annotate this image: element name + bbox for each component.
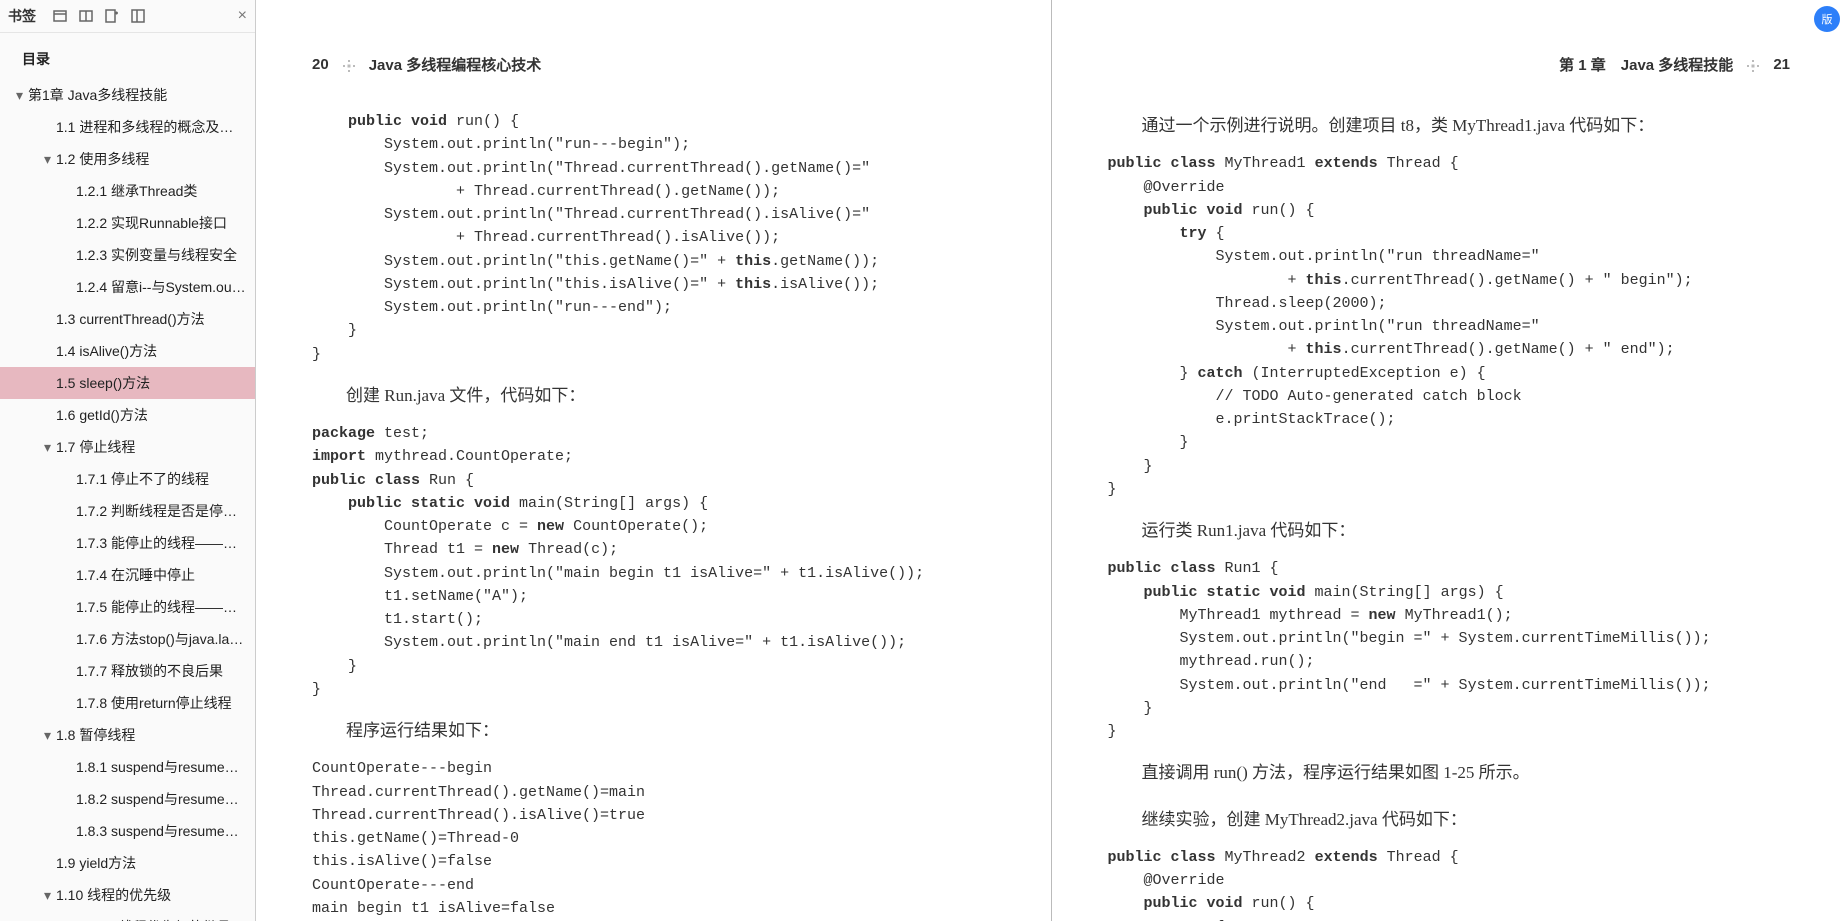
- outline-item-c173[interactable]: 1.7.3 能停止的线程——异常法: [0, 527, 255, 559]
- ornament-icon: [1747, 59, 1759, 71]
- layout-icon[interactable]: [130, 8, 146, 24]
- sidebar-title: 书签: [8, 6, 36, 26]
- outline-item-label: 1.2.3 实例变量与线程安全: [76, 247, 237, 263]
- expand-icon[interactable]: [78, 8, 94, 24]
- caret-icon: ▾: [44, 727, 54, 744]
- outline-item-c1101[interactable]: 1.10.1 线程优先级的继承特性: [0, 911, 255, 921]
- outline-item-c16[interactable]: 1.6 getId()方法: [0, 399, 255, 431]
- outline-item-label: 1.2.1 继承Thread类: [76, 183, 197, 199]
- outline-item-c181[interactable]: 1.8.1 suspend与resume方法...: [0, 751, 255, 783]
- outline-item-label: 1.9 yield方法: [56, 855, 136, 871]
- outline-item-label: 1.3 currentThread()方法: [56, 311, 205, 327]
- caret-icon: ▾: [16, 87, 26, 104]
- outline-item-label: 1.8.1 suspend与resume方法...: [76, 759, 255, 775]
- paragraph: 创建 Run.java 文件，代码如下：: [312, 380, 1011, 412]
- paragraph: 通过一个示例进行说明。创建项目 t8，类 MyThread1.java 代码如下…: [1108, 110, 1807, 142]
- code-block: package test;import mythread.CountOperat…: [312, 422, 1011, 701]
- outline-item-label: 1.1 进程和多线程的概念及线程的...: [56, 119, 255, 135]
- collapse-icon[interactable]: [52, 8, 68, 24]
- right-page-number: 21: [1773, 56, 1790, 73]
- caret-icon: ▾: [44, 439, 54, 456]
- left-content: public void run() { System.out.println("…: [312, 110, 1011, 921]
- outline-tree: 目录 ▾第1章 Java多线程技能1.1 进程和多线程的概念及线程的...▾1.…: [0, 33, 255, 921]
- outline-item-label: 1.4 isAlive()方法: [56, 343, 157, 359]
- outline-item-label: 1.7.5 能停止的线程——暴力...: [76, 599, 255, 615]
- outline-item-label: 1.2.2 实现Runnable接口: [76, 215, 227, 231]
- outline-item-c172[interactable]: 1.7.2 判断线程是否是停止状态: [0, 495, 255, 527]
- outline-item-label: 1.8 暂停线程: [56, 727, 135, 743]
- output-block: CountOperate---begin Thread.currentThrea…: [312, 757, 1011, 921]
- code-block: public class MyThread2 extends Thread { …: [1108, 846, 1807, 921]
- outline-item-label: 1.7 停止线程: [56, 439, 135, 455]
- outline-item-label: 1.2.4 留意i--与System.out.pr...: [76, 279, 255, 295]
- outline-item-label: 1.7.4 在沉睡中停止: [76, 567, 195, 583]
- outline-item-c19[interactable]: 1.9 yield方法: [0, 847, 255, 879]
- toc-heading: 目录: [0, 41, 255, 79]
- outline-item-label: 1.7.6 方法stop()与java.lang....: [76, 631, 255, 647]
- outline-item-label: 第1章 Java多线程技能: [28, 87, 167, 103]
- outline-item-c175[interactable]: 1.7.5 能停止的线程——暴力...: [0, 591, 255, 623]
- ornament-icon: [343, 59, 355, 71]
- right-content: 通过一个示例进行说明。创建项目 t8，类 MyThread1.java 代码如下…: [1108, 110, 1807, 921]
- paragraph: 运行类 Run1.java 代码如下：: [1108, 515, 1807, 547]
- outline-item-c122[interactable]: 1.2.2 实现Runnable接口: [0, 207, 255, 239]
- watermark-badge: 版: [1814, 6, 1840, 32]
- right-page-header: 第 1 章 Java 多线程技能 21: [1559, 54, 1790, 75]
- outline-item-c121[interactable]: 1.2.1 继承Thread类: [0, 175, 255, 207]
- caret-icon: ▾: [44, 887, 54, 904]
- outline-item-c123[interactable]: 1.2.3 实例变量与线程安全: [0, 239, 255, 271]
- bookmarks-sidebar: 书签 × 目录 ▾第1章 Java多线程技能1.1 进程和多线程的概念及线程的.…: [0, 0, 256, 921]
- right-page: 版 第 1 章 Java 多线程技能 21 通过一个示例进行说明。创建项目 t8…: [1052, 0, 1846, 921]
- left-page-number: 20: [312, 56, 329, 73]
- code-block: public void run() { System.out.println("…: [312, 110, 1011, 366]
- outline-item-label: 1.8.3 suspend与resume方法...: [76, 823, 255, 839]
- outline-item-c13[interactable]: 1.3 currentThread()方法: [0, 303, 255, 335]
- close-icon[interactable]: ×: [238, 7, 247, 25]
- right-page-title: 第 1 章 Java 多线程技能: [1559, 54, 1733, 75]
- outline-item-c124[interactable]: 1.2.4 留意i--与System.out.pr...: [0, 271, 255, 303]
- outline-item-c1[interactable]: ▾第1章 Java多线程技能: [0, 79, 255, 111]
- outline-item-c12[interactable]: ▾1.2 使用多线程: [0, 143, 255, 175]
- outline-item-c14[interactable]: 1.4 isAlive()方法: [0, 335, 255, 367]
- outline-item-c178[interactable]: 1.7.8 使用return停止线程: [0, 687, 255, 719]
- outline-item-c18[interactable]: ▾1.8 暂停线程: [0, 719, 255, 751]
- paragraph: 直接调用 run() 方法，程序运行结果如图 1-25 所示。: [1108, 757, 1807, 789]
- outline-item-label: 1.10 线程的优先级: [56, 887, 171, 903]
- outline-item-label: 1.5 sleep()方法: [56, 375, 150, 391]
- outline-item-c17[interactable]: ▾1.7 停止线程: [0, 431, 255, 463]
- outline-item-label: 1.7.8 使用return停止线程: [76, 695, 232, 711]
- paragraph: 继续实验，创建 MyThread2.java 代码如下：: [1108, 804, 1807, 836]
- code-block: public class Run1 { public static void m…: [1108, 557, 1807, 743]
- outline-item-label: 1.7.7 释放锁的不良后果: [76, 663, 223, 679]
- sidebar-header: 书签 ×: [0, 0, 255, 33]
- add-bookmark-icon[interactable]: [104, 8, 120, 24]
- outline-item-c110[interactable]: ▾1.10 线程的优先级: [0, 879, 255, 911]
- paragraph: 程序运行结果如下：: [312, 715, 1011, 747]
- outline-item-label: 1.6 getId()方法: [56, 407, 148, 423]
- outline-item-label: 1.7.1 停止不了的线程: [76, 471, 209, 487]
- left-page-header: 20 Java 多线程编程核心技术: [312, 54, 541, 75]
- left-page: 20 Java 多线程编程核心技术 public void run() { Sy…: [256, 0, 1051, 921]
- outline-item-label: 1.7.2 判断线程是否是停止状态: [76, 503, 255, 519]
- page-spread: 20 Java 多线程编程核心技术 public void run() { Sy…: [256, 0, 1846, 921]
- outline-item-c176[interactable]: 1.7.6 方法stop()与java.lang....: [0, 623, 255, 655]
- outline-item-c177[interactable]: 1.7.7 释放锁的不良后果: [0, 655, 255, 687]
- outline-item-label: 1.7.3 能停止的线程——异常法: [76, 535, 255, 551]
- outline-item-c182[interactable]: 1.8.2 suspend与resume方法...: [0, 783, 255, 815]
- outline-item-c183[interactable]: 1.8.3 suspend与resume方法...: [0, 815, 255, 847]
- outline-item-c171[interactable]: 1.7.1 停止不了的线程: [0, 463, 255, 495]
- outline-item-c174[interactable]: 1.7.4 在沉睡中停止: [0, 559, 255, 591]
- outline-item-label: 1.8.2 suspend与resume方法...: [76, 791, 255, 807]
- left-page-title: Java 多线程编程核心技术: [369, 54, 542, 75]
- outline-item-c11[interactable]: 1.1 进程和多线程的概念及线程的...: [0, 111, 255, 143]
- outline-item-label: 1.2 使用多线程: [56, 151, 149, 167]
- code-block: public class MyThread1 extends Thread { …: [1108, 152, 1807, 501]
- outline-item-c15[interactable]: 1.5 sleep()方法: [0, 367, 255, 399]
- caret-icon: ▾: [44, 151, 54, 168]
